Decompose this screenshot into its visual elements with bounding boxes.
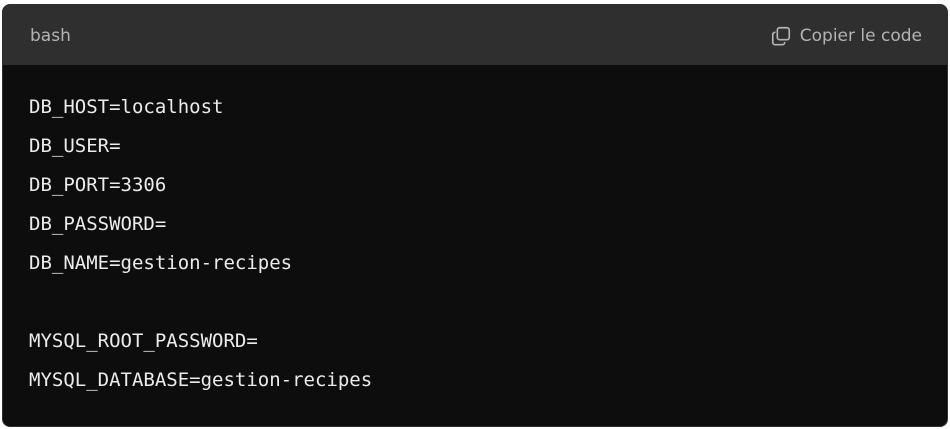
code-line: DB_USER= xyxy=(29,135,121,157)
code-line: DB_NAME=gestion-recipes xyxy=(29,252,293,274)
code-line: MYSQL_ROOT_PASSWORD= xyxy=(29,330,258,352)
code-line: DB_PORT=3306 xyxy=(29,174,167,196)
code-block: bash Copier le code DB_HOST=localhost DB… xyxy=(2,4,948,427)
code-line: DB_HOST=localhost xyxy=(29,96,224,118)
code-block-header: bash Copier le code xyxy=(3,5,947,65)
code-line: DB_PASSWORD= xyxy=(29,213,167,235)
code-line: MYSQL_DATABASE=gestion-recipes xyxy=(29,369,373,391)
code-content: DB_HOST=localhost DB_USER= DB_PORT=3306 … xyxy=(29,94,927,406)
copy-icon xyxy=(771,26,790,46)
language-label: bash xyxy=(30,26,71,46)
copy-code-button[interactable]: Copier le code xyxy=(770,24,922,48)
copy-code-label: Copier le code xyxy=(799,26,922,46)
